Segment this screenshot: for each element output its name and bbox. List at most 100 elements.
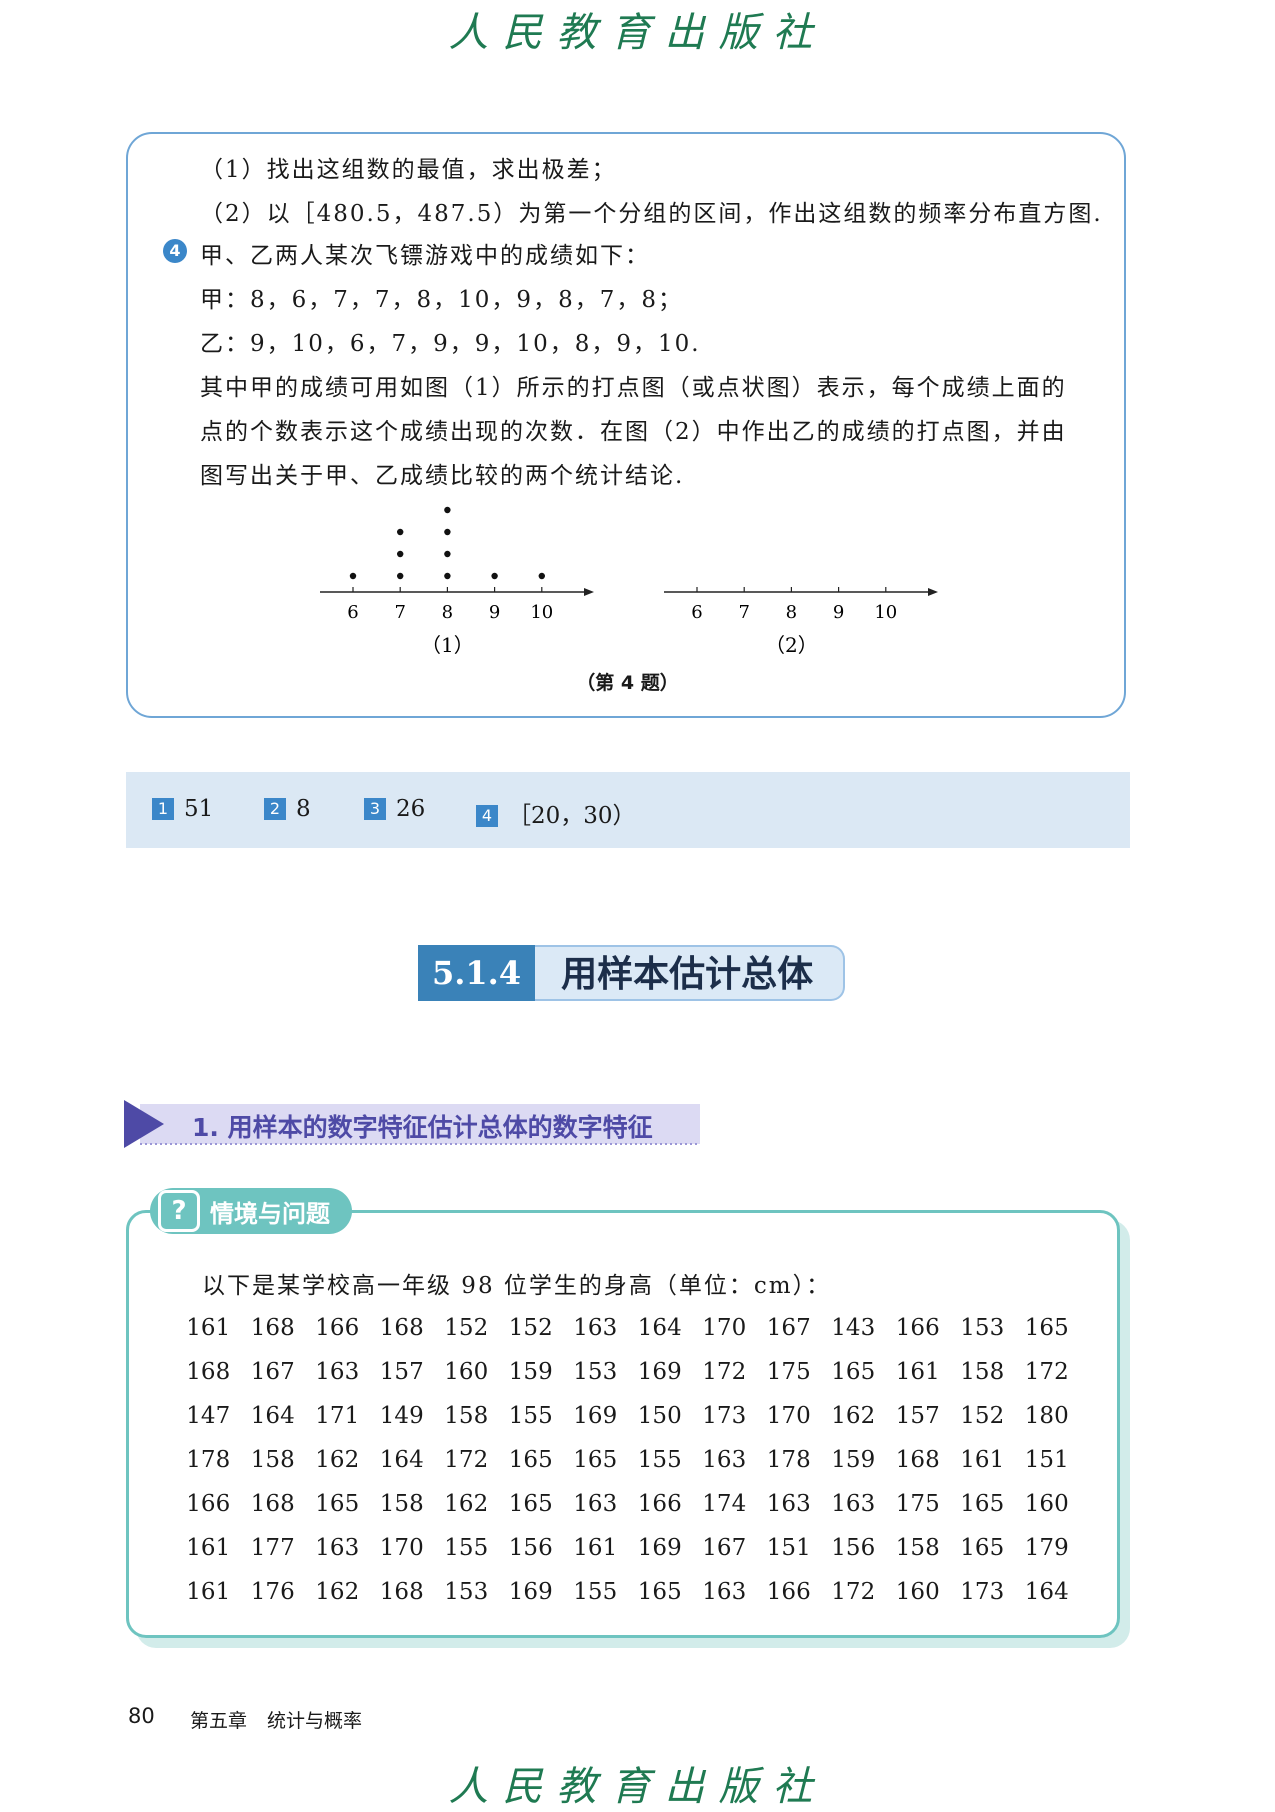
- data-dot: [397, 572, 404, 580]
- height-cell: 172: [702, 1359, 747, 1385]
- height-cell: 153: [573, 1359, 618, 1385]
- figure-caption: （第 4 题）: [576, 672, 679, 694]
- height-cell: 161: [895, 1359, 940, 1385]
- section-title: 用样本估计总体: [535, 945, 846, 1001]
- height-cell: 168: [379, 1315, 424, 1341]
- dot-plot-label: （2）: [765, 633, 818, 657]
- height-cell: 171: [315, 1403, 360, 1429]
- height-cell: 163: [315, 1535, 360, 1561]
- height-cell: 168: [895, 1447, 940, 1473]
- height-cell: 169: [637, 1359, 682, 1385]
- height-cell: 162: [444, 1491, 489, 1517]
- height-cell: 165: [960, 1491, 1005, 1517]
- height-cell: 165: [315, 1491, 360, 1517]
- height-cell: 165: [831, 1359, 876, 1385]
- dot-plot-label: （1）: [421, 633, 474, 657]
- answer-value: ［20，30）: [508, 803, 636, 829]
- height-cell: 153: [444, 1579, 489, 1605]
- axis-arrow-icon: [584, 588, 594, 596]
- height-cell: 168: [250, 1491, 295, 1517]
- question-desc-2: 点的个数表示这个成绩出现的次数．在图（2）中作出乙的成绩的打点图，并由: [200, 419, 1067, 445]
- tick-label: 8: [442, 602, 453, 623]
- height-cell: 153: [960, 1315, 1005, 1341]
- height-cell: 163: [702, 1447, 747, 1473]
- height-cell: 178: [186, 1447, 231, 1473]
- height-cell: 165: [1024, 1315, 1069, 1341]
- height-cell: 176: [250, 1579, 295, 1605]
- answer-tag: 3: [364, 798, 386, 820]
- height-cell: 168: [379, 1579, 424, 1605]
- height-cell: 178: [766, 1447, 811, 1473]
- height-cell: 147: [186, 1403, 231, 1429]
- height-cell: 158: [895, 1535, 940, 1561]
- situation-intro: 以下是某学校高一年级 98 位学生的身高（单位：cm）：: [202, 1273, 832, 1299]
- height-cell: 161: [186, 1315, 231, 1341]
- height-cell: 170: [766, 1403, 811, 1429]
- section-heading: 5.1.4 用样本估计总体: [418, 945, 846, 1001]
- height-row: 166 168 165 158 162 165 163 166 174 163 163 175 165 1…: [176, 1482, 1079, 1526]
- height-cell: 167: [250, 1359, 295, 1385]
- height-cell: 167: [766, 1315, 811, 1341]
- height-cell: 175: [895, 1491, 940, 1517]
- question-mark-icon: ?: [158, 1190, 200, 1232]
- tick-label: 9: [833, 602, 844, 623]
- answer-bar: 1 51 28 3 26 4 ［20，30）: [126, 772, 1130, 848]
- data-dot: [444, 572, 451, 580]
- answer-item: 1 51: [152, 796, 213, 822]
- subsection-banner: 1. 用样本的数字特征估计总体的数字特征: [124, 1100, 708, 1148]
- height-cell: 169: [637, 1535, 682, 1561]
- height-cell: 155: [444, 1535, 489, 1561]
- height-cell: 156: [508, 1535, 553, 1561]
- height-cell: 163: [766, 1491, 811, 1517]
- tick-label: 6: [347, 602, 358, 623]
- height-cell: 168: [250, 1315, 295, 1341]
- tick-label: 10: [530, 602, 553, 623]
- jia-scores: 甲：8，6，7，7，8，10，9，8，7，8；: [200, 287, 683, 313]
- data-dot: [444, 550, 451, 558]
- height-cell: 152: [508, 1315, 553, 1341]
- height-cell: 172: [831, 1579, 876, 1605]
- height-cell: 164: [250, 1403, 295, 1429]
- height-cell: 170: [379, 1535, 424, 1561]
- height-cell: 163: [831, 1491, 876, 1517]
- height-cell: 149: [379, 1403, 424, 1429]
- answer-item: 4 ［20，30）: [476, 796, 636, 830]
- exercise-line-2: （2）以［480.5，487.5）为第一个分组的区间，作出这组数的频率分布直方图…: [200, 201, 1103, 227]
- height-cell: 162: [315, 1579, 360, 1605]
- answer-tag: 1: [152, 798, 174, 820]
- height-cell: 157: [379, 1359, 424, 1385]
- situation-tab: ? 情境与问题: [150, 1188, 352, 1234]
- answer-value: 26: [396, 796, 426, 822]
- chapter-footer: 第五章 统计与概率: [190, 1706, 382, 1733]
- height-cell: 166: [766, 1579, 811, 1605]
- height-cell: 156: [831, 1535, 876, 1561]
- answer-value: 8: [296, 796, 311, 822]
- height-cell: 157: [895, 1403, 940, 1429]
- height-cell: 180: [1024, 1403, 1069, 1429]
- height-cell: 160: [895, 1579, 940, 1605]
- height-cell: 163: [702, 1579, 747, 1605]
- height-cell: 155: [573, 1579, 618, 1605]
- answer-tag: 2: [264, 798, 286, 820]
- height-cell: 169: [508, 1579, 553, 1605]
- height-cell: 170: [702, 1315, 747, 1341]
- height-cell: 163: [573, 1491, 618, 1517]
- height-cell: 172: [444, 1447, 489, 1473]
- height-cell: 165: [508, 1491, 553, 1517]
- height-cell: 173: [960, 1579, 1005, 1605]
- height-cell: 152: [444, 1315, 489, 1341]
- publisher-watermark-top: 人民教育出版社: [448, 10, 827, 56]
- exercise-line-1: （1）找出这组数的最值，求出极差；: [200, 157, 617, 183]
- tick-label: 10: [874, 602, 897, 623]
- data-dot: [444, 528, 451, 536]
- height-cell: 163: [573, 1315, 618, 1341]
- height-row: 168 167 163 157 160 159 153 169 172 175 165 161 158 1…: [176, 1350, 1079, 1394]
- yi-scores: 乙：9，10，6，7，9，9，10，8，9，10.: [200, 331, 701, 357]
- height-cell: 168: [186, 1359, 231, 1385]
- answer-value: 51: [184, 796, 214, 822]
- height-cell: 158: [444, 1403, 489, 1429]
- height-data-grid: 161 168 166 168 152 152 163 164 170 167 143 166 153 1…: [176, 1306, 1079, 1614]
- publisher-watermark-bottom: 人民教育出版社: [448, 1764, 827, 1810]
- tick-label: 9: [489, 602, 500, 623]
- data-dot: [538, 572, 545, 580]
